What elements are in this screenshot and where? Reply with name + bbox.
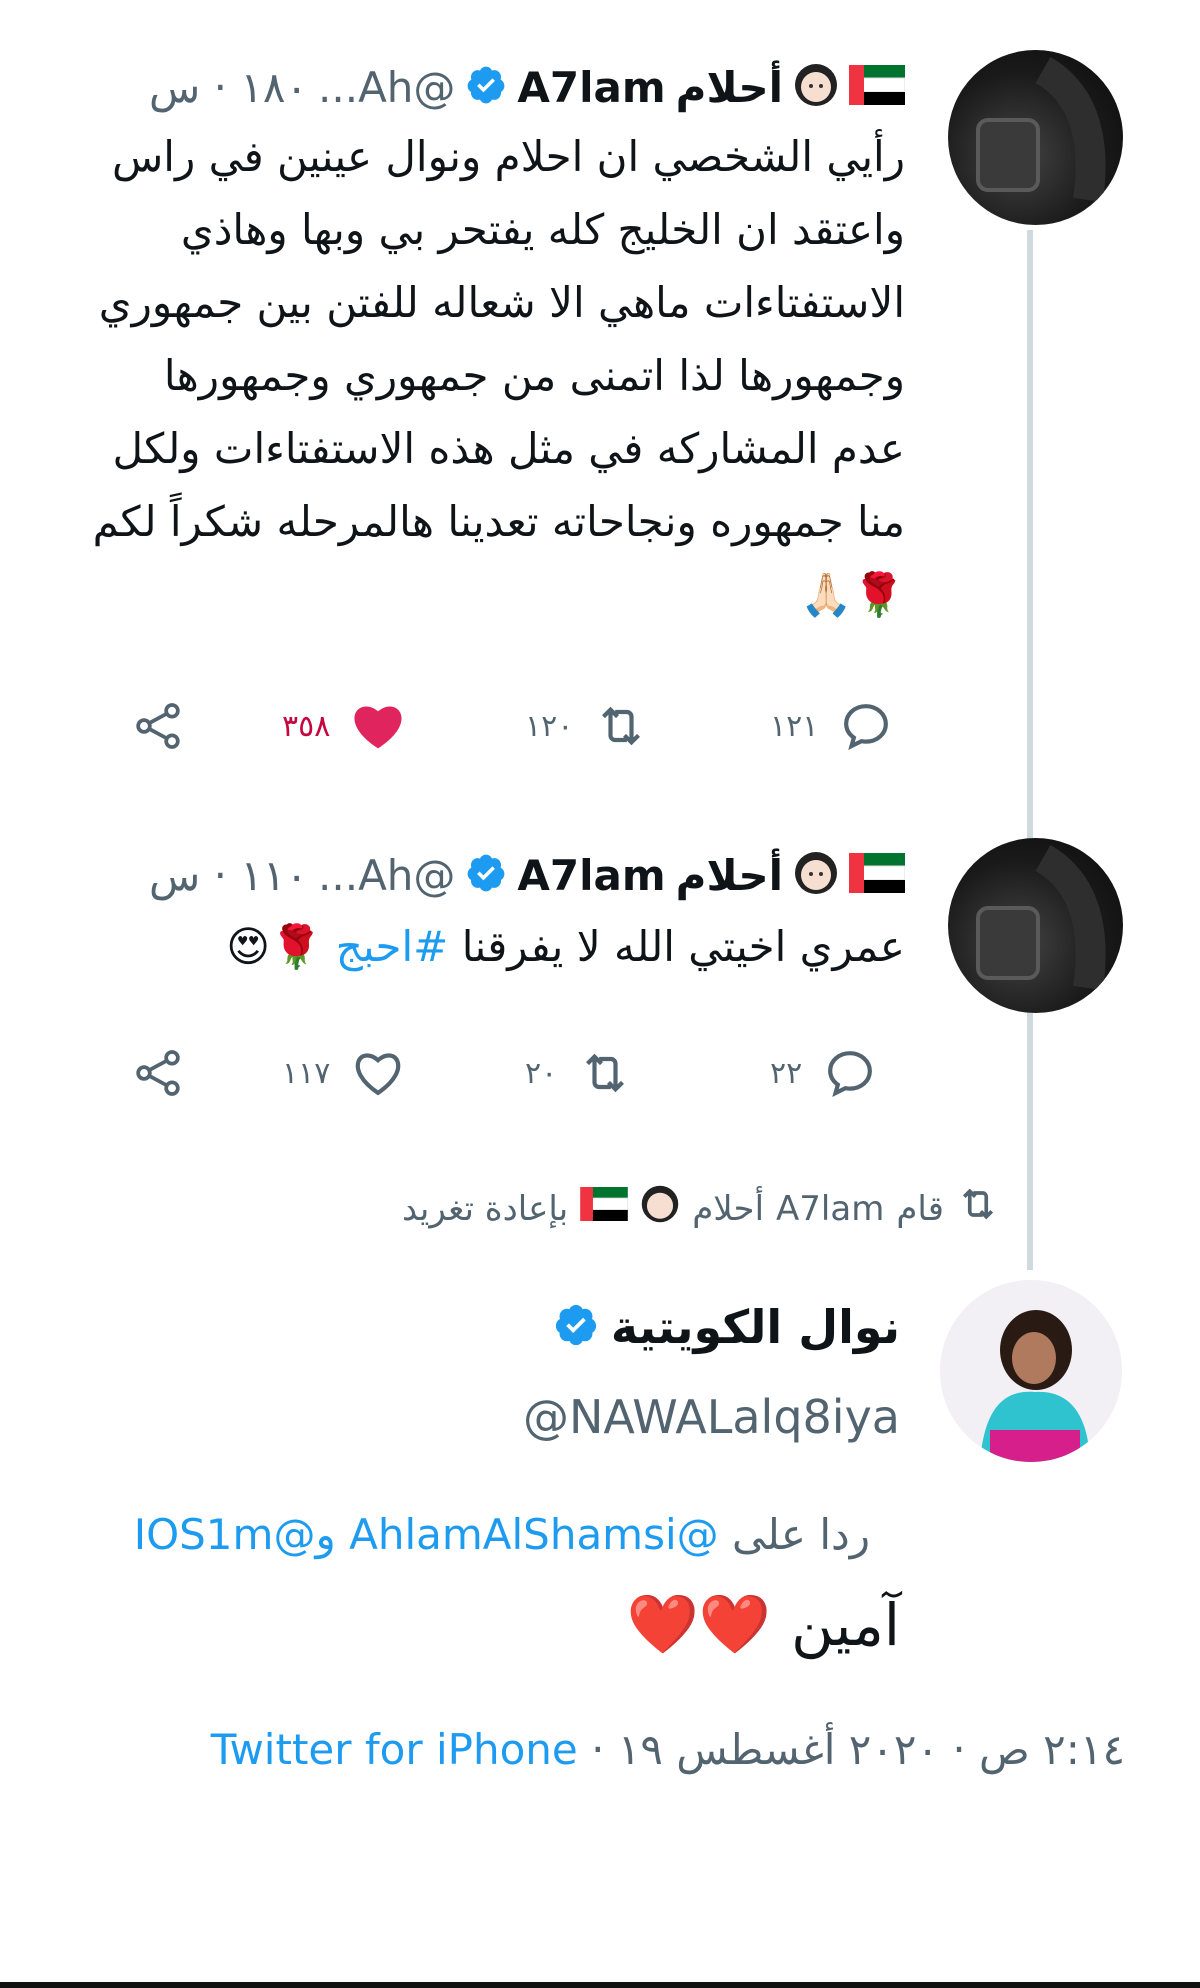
uae-flag-icon: [580, 1187, 629, 1230]
reply-context-prefix: ردا على: [732, 1510, 870, 1559]
handle[interactable]: @Ah...: [318, 851, 455, 900]
share-icon: [136, 703, 180, 749]
uae-flag-icon: [849, 65, 906, 109]
share-icon: [136, 1050, 180, 1096]
avatar-a7lam-2[interactable]: [948, 838, 1123, 1013]
timestamp[interactable]: ١٨٠ · س: [149, 63, 308, 112]
tweet-line: واعتقد ان الخليج كله يفتحر بي وبها وهاذي: [180, 205, 905, 254]
retweet-count: ١٢٠: [525, 708, 574, 744]
like-icon: [354, 706, 402, 749]
display-name-latin[interactable]: A7lam: [517, 63, 665, 112]
tweet-line: رأيي الشخصي ان احلام ونوال عينين في راس: [112, 132, 905, 181]
avatar-a7lam-1[interactable]: [948, 50, 1123, 225]
tweet-1-header: أحلام A7lam @Ah... ١٨٠ · س: [149, 62, 906, 112]
verified-badge-icon: [465, 852, 507, 898]
uae-flag-icon: [849, 853, 906, 897]
like-count: ١١٧: [282, 1055, 331, 1091]
tweet-line: الاستفتاءات ماهي الا شعاله للفتن بين جمه…: [98, 278, 905, 327]
main-tweet-meta: ٢:١٤ ص · ٢٠٢٠ أغسطس ١٩ · Twitter for iPh…: [211, 1725, 1125, 1774]
tweet-line: منا جمهوره ونجاحاته تعدينا هالمرحله شكرا…: [92, 497, 905, 546]
verified-badge-icon: [465, 64, 507, 110]
reply-context-joiner: و: [315, 1510, 336, 1559]
main-tweet-hearts: ❤️❤️: [626, 1590, 772, 1658]
main-tweet-timestamp[interactable]: ٢:١٤ ص · ٢٠٢٠ أغسطس ١٩ ·: [591, 1725, 1125, 1774]
handle[interactable]: @Ah...: [318, 63, 455, 112]
display-name[interactable]: أحلام: [676, 851, 783, 900]
main-display-name[interactable]: نوال الكويتية: [611, 1300, 900, 1354]
tweet-emoji: 🌹😍: [226, 922, 323, 971]
girl-emoji-icon: [793, 850, 839, 900]
share-button[interactable]: [130, 1045, 186, 1101]
reply-button[interactable]: ٢٢: [770, 1045, 878, 1101]
like-count: ٣٥٨: [282, 708, 331, 744]
timestamp[interactable]: ١١٠ · س: [149, 851, 308, 900]
avatar-nawal[interactable]: [940, 1280, 1122, 1462]
reply-count: ٢٢: [770, 1055, 803, 1091]
display-name[interactable]: أحلام: [676, 63, 783, 112]
retweet-icon: [602, 706, 641, 746]
tweet-line: عدم المشاركه في مثل هذه الاستفتاءات ولكل: [112, 424, 905, 473]
reply-button[interactable]: ١٢١: [770, 698, 894, 754]
retweet-banner-suffix: بإعادة تغريد: [402, 1188, 569, 1229]
retweet-banner-name-latin: A7lam: [776, 1188, 885, 1229]
tweet-text: عمري اخيتي الله لا يفرقنا: [461, 922, 905, 971]
like-icon: [356, 1053, 401, 1096]
tweet-line: وجمهورها لذا اتمنى من جمهوري وجمهورها: [163, 351, 905, 400]
tweet-emoji-line: 🌹🙏🏻: [800, 570, 905, 619]
reply-context: ردا على @AhlamAlShamsi و@IOS1m: [134, 1510, 870, 1559]
avatar-photo: [976, 56, 1106, 203]
bottom-divider: [0, 1982, 1200, 1988]
main-tweet-text: آمين: [791, 1590, 900, 1659]
like-button[interactable]: ٣٥٨: [282, 698, 406, 754]
thread-line: [1027, 230, 1033, 1270]
tweet-1-body: رأيي الشخصي ان احلام ونوال عينين في راس …: [93, 120, 905, 631]
avatar-photo: [976, 844, 1106, 991]
retweet-banner-name: أحلام: [692, 1188, 765, 1229]
avatar-photo: [940, 1280, 1122, 1462]
display-name-latin[interactable]: A7lam: [517, 851, 665, 900]
retweet-button[interactable]: ١٢٠: [525, 698, 649, 754]
main-handle[interactable]: @NAWALalq8iya: [523, 1390, 900, 1444]
tweet-2-header: أحلام A7lam @Ah... ١١٠ · س: [149, 850, 906, 900]
retweet-count: ٢٠: [525, 1055, 558, 1091]
girl-emoji-icon: [640, 1184, 680, 1233]
mention-link[interactable]: @IOS1m: [134, 1510, 316, 1559]
retweet-icon: [586, 1053, 625, 1093]
retweet-button[interactable]: ٢٠: [525, 1045, 633, 1101]
retweet-banner-prefix: قام: [896, 1188, 944, 1229]
verified-badge-icon: [553, 1302, 599, 1352]
mention-link[interactable]: @AhlamAlShamsi: [349, 1510, 719, 1559]
girl-emoji-icon: [793, 62, 839, 112]
reply-count: ١٢١: [770, 708, 819, 744]
like-button[interactable]: ١١٧: [282, 1045, 406, 1101]
tweet-source-link[interactable]: Twitter for iPhone: [211, 1725, 578, 1774]
hashtag-link[interactable]: #احبج: [336, 922, 449, 971]
reply-icon: [844, 704, 889, 751]
retweet-banner[interactable]: قام A7lam أحلام بإعادة تغريد: [402, 1182, 1000, 1235]
reply-icon: [828, 1051, 873, 1098]
main-display-name-row[interactable]: نوال الكويتية: [553, 1300, 900, 1354]
retweet-banner-icon: [956, 1182, 1000, 1235]
share-button[interactable]: [130, 698, 186, 754]
main-tweet-body: آمين ❤️❤️: [627, 1590, 900, 1659]
tweet-2-body: عمري اخيتي الله لا يفرقنا #احبج 🌹😍: [226, 910, 905, 983]
